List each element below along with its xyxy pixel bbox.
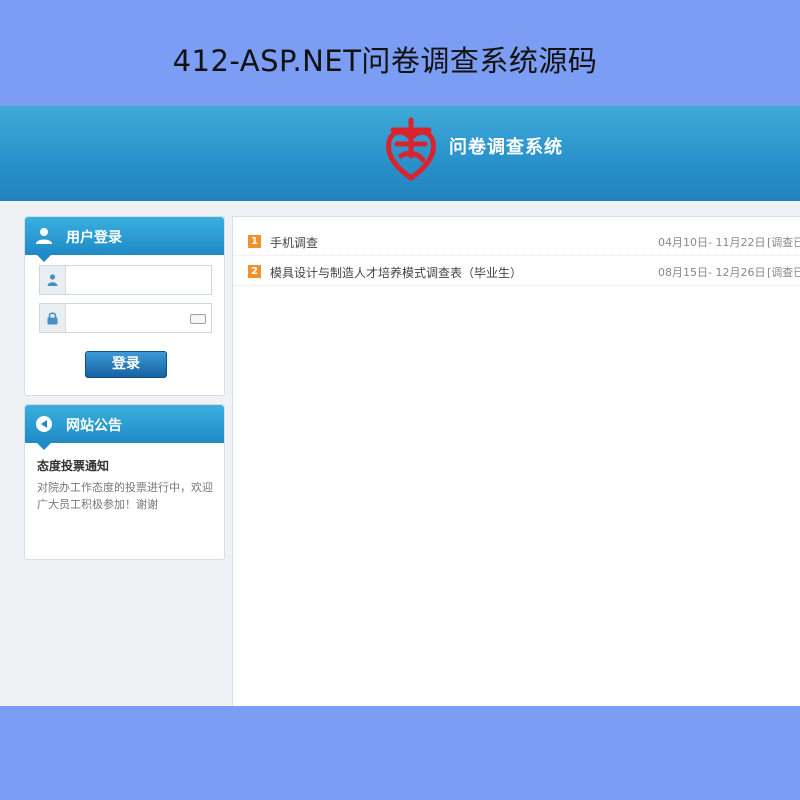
lock-icon (47, 312, 58, 325)
keyboard-icon[interactable] (190, 314, 206, 324)
password-field[interactable] (39, 303, 212, 333)
app-screenshot: 问卷调查系统 用户登录 登录 网站公告 态度投票通知 对院办工作态度的投票进行中… (0, 106, 800, 706)
survey-title-link[interactable]: 模具设计与制造人才培养模式调查表（毕业生） (270, 264, 522, 281)
username-input[interactable] (68, 268, 208, 292)
survey-status: [调查已 (767, 236, 800, 249)
login-panel: 用户登录 登录 (24, 216, 225, 396)
notice-panel-header: 网站公告 (25, 405, 224, 450)
item-number-badge: 1 (248, 235, 261, 248)
username-field[interactable] (39, 265, 212, 295)
survey-list: 1 手机调查 04月10日- 11月22日 [调查已 2 模具设计与制造人才培养… (232, 216, 800, 706)
item-number-badge: 2 (248, 265, 261, 278)
header-notch (37, 443, 51, 450)
login-button[interactable]: 登录 (85, 351, 167, 378)
list-item[interactable]: 2 模具设计与制造人才培养模式调查表（毕业生） 08月15日- 12月26日 [… (233, 256, 800, 286)
survey-title-link[interactable]: 手机调查 (270, 234, 318, 251)
username-field-icon-box (40, 266, 66, 294)
notice-heading[interactable]: 态度投票通知 (37, 457, 109, 474)
header-notch (37, 255, 51, 262)
list-item[interactable]: 1 手机调查 04月10日- 11月22日 [调查已 (233, 226, 800, 256)
user-icon (36, 228, 52, 244)
logo-text: 问卷调查系统 (449, 137, 563, 158)
logo-icon (386, 117, 436, 182)
password-field-icon-box (40, 304, 66, 332)
notice-panel: 网站公告 态度投票通知 对院办工作态度的投票进行中，欢迎广大员工积极参加！谢谢 (24, 404, 225, 560)
notice-body: 对院办工作态度的投票进行中，欢迎广大员工积极参加！谢谢 (37, 481, 213, 511)
survey-date: 04月10日- 11月22日 (658, 236, 766, 249)
login-panel-title: 用户登录 (66, 230, 122, 246)
survey-status: [调查已 (767, 266, 800, 279)
notice-panel-title: 网站公告 (66, 418, 122, 434)
password-input[interactable] (68, 306, 208, 330)
user-small-icon (47, 274, 58, 286)
announcement-icon (36, 416, 52, 432)
page-caption: 412-ASP.NET问卷调查系统源码 (172, 44, 598, 78)
survey-date: 08月15日- 12月26日 (658, 266, 766, 279)
header-banner: 问卷调查系统 (0, 106, 800, 201)
login-panel-header: 用户登录 (25, 217, 224, 262)
